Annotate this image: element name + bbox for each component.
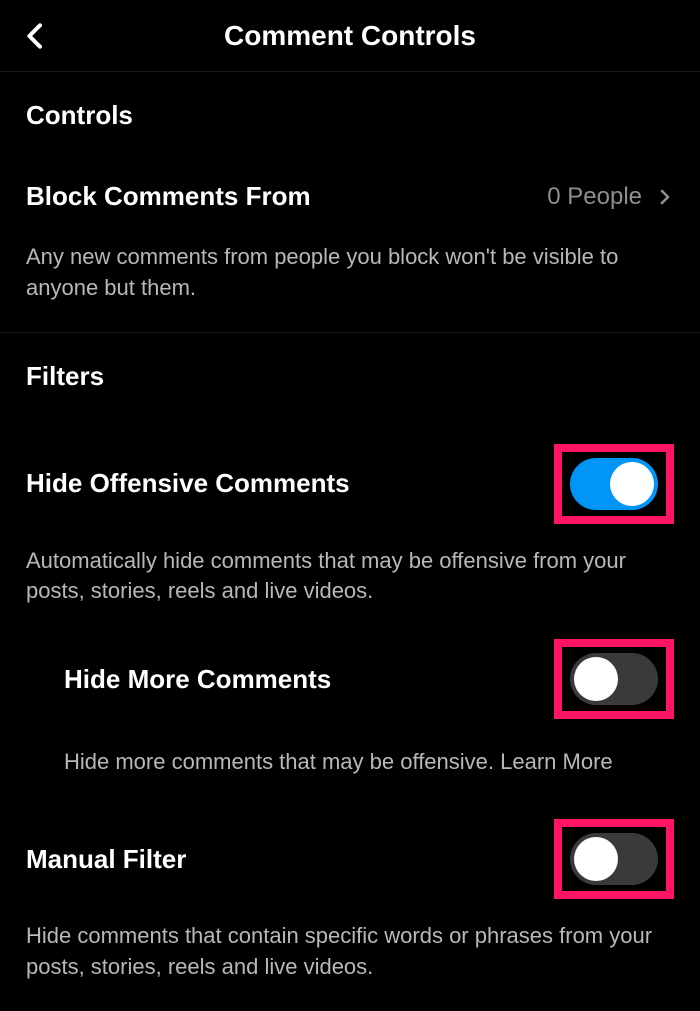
hide-more-description: Hide more comments that may be offensive… — [26, 719, 674, 781]
hide-offensive-label: Hide Offensive Comments — [26, 468, 350, 499]
chevron-left-icon — [20, 20, 52, 52]
filters-section-title: Filters — [26, 333, 674, 404]
controls-section: Controls Block Comments From 0 People An… — [0, 72, 700, 332]
block-comments-description: Any new comments from people you block w… — [26, 220, 674, 332]
manual-filter-toggle[interactable] — [570, 833, 658, 885]
toggle-knob — [574, 837, 618, 881]
chevron-right-icon — [656, 183, 674, 211]
highlight-box — [554, 819, 674, 899]
controls-section-title: Controls — [26, 72, 674, 143]
back-button[interactable] — [20, 20, 52, 52]
block-comments-value: 0 People — [547, 183, 642, 211]
hide-more-label: Hide More Comments — [64, 664, 331, 695]
hide-offensive-row: Hide Offensive Comments — [26, 404, 674, 524]
page-title: Comment Controls — [0, 20, 700, 52]
manual-filter-label: Manual Filter — [26, 844, 186, 875]
toggle-knob — [574, 657, 618, 701]
highlight-box — [554, 639, 674, 719]
hide-more-description-text: Hide more comments that may be offensive… — [64, 749, 500, 774]
block-comments-label: Block Comments From — [26, 181, 311, 212]
filters-section: Filters Hide Offensive Comments Automati… — [0, 333, 700, 1011]
manual-filter-row: Manual Filter — [26, 781, 674, 899]
hide-offensive-toggle[interactable] — [570, 458, 658, 510]
hide-more-row: Hide More Comments — [26, 635, 674, 719]
hide-offensive-description: Automatically hide comments that may be … — [26, 524, 674, 636]
toggle-knob — [610, 462, 654, 506]
block-comments-row[interactable]: Block Comments From 0 People — [26, 143, 674, 220]
header: Comment Controls — [0, 0, 700, 72]
block-comments-right: 0 People — [547, 183, 674, 211]
hide-more-toggle[interactable] — [570, 653, 658, 705]
highlight-box — [554, 444, 674, 524]
learn-more-link[interactable]: Learn More — [500, 749, 613, 774]
manual-filter-description: Hide comments that contain specific word… — [26, 899, 674, 1011]
